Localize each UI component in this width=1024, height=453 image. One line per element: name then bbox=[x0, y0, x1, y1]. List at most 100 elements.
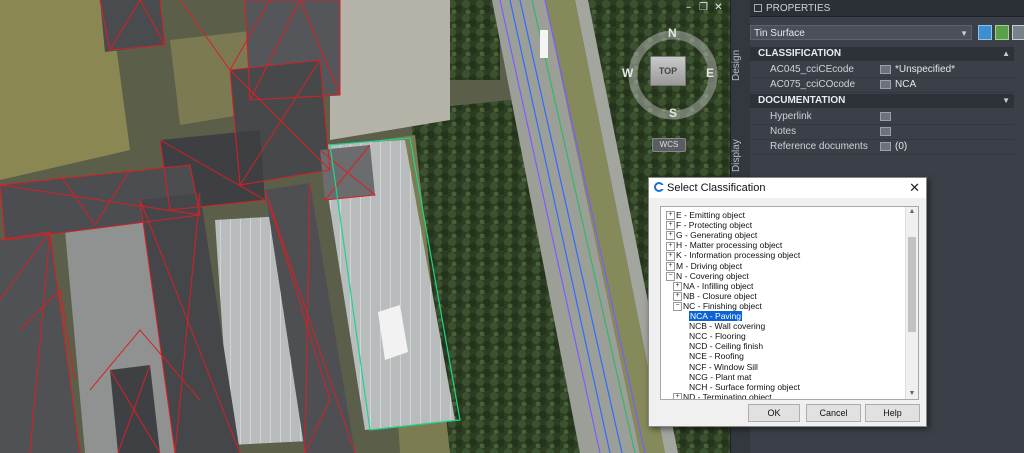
tree-node[interactable]: NCH - Surface forming object bbox=[689, 382, 800, 392]
tree-scrollbar[interactable]: ▲ ▼ bbox=[905, 207, 918, 399]
ok-button[interactable]: OK bbox=[748, 404, 800, 422]
dialog-title-bar[interactable]: Select Classification ✕ bbox=[649, 178, 926, 198]
property-label: AC045_cciCEcode bbox=[770, 64, 854, 75]
restore-icon[interactable]: ❐ bbox=[698, 2, 709, 13]
tree-node-label: NCB - Wall covering bbox=[689, 321, 766, 332]
tree-node[interactable]: + NB - Closure object bbox=[673, 291, 757, 302]
property-row[interactable]: Notes bbox=[750, 124, 1014, 140]
section-documentation[interactable]: DOCUMENTATION ▼ bbox=[750, 94, 1014, 108]
close-icon[interactable]: ✕ bbox=[909, 178, 920, 198]
property-row[interactable]: Hyperlink bbox=[750, 109, 1014, 125]
toggle-pickadd-icon[interactable] bbox=[978, 25, 992, 40]
expand-icon[interactable]: + bbox=[666, 251, 675, 261]
tree-node-label: M - Driving object bbox=[676, 260, 743, 271]
compass-east[interactable]: E bbox=[706, 66, 714, 80]
viewcube[interactable]: N S E W TOP bbox=[622, 26, 720, 122]
tab-display[interactable]: Display bbox=[731, 135, 751, 177]
tree-node-label: NCE - Roofing bbox=[689, 351, 744, 362]
tree-node[interactable]: + ND - Terminating object bbox=[673, 391, 772, 400]
tree-node[interactable]: + K - Information processing object bbox=[666, 250, 801, 261]
aerial-map bbox=[0, 0, 730, 453]
tree-node-label: H - Matter processing object bbox=[676, 240, 783, 251]
select-objects-icon[interactable] bbox=[995, 25, 1009, 40]
app-logo-icon bbox=[654, 182, 664, 192]
tree-node-label: ND - Terminating object bbox=[683, 391, 772, 400]
wcs-menu[interactable]: WCS bbox=[652, 138, 686, 152]
tree-node-label: NCC - Flooring bbox=[689, 331, 746, 342]
chevron-up-icon: ▲ bbox=[1002, 49, 1010, 58]
expand-icon[interactable]: + bbox=[666, 261, 675, 271]
collapse-icon[interactable]: − bbox=[666, 271, 675, 281]
help-button[interactable]: Help bbox=[865, 404, 920, 422]
compass-north[interactable]: N bbox=[668, 26, 677, 40]
drawing-viewport[interactable]: – ❐ ✕ N S E W TOP WCS bbox=[0, 0, 730, 453]
tree-node[interactable]: + M - Driving object bbox=[666, 261, 742, 271]
expand-icon[interactable]: + bbox=[666, 231, 675, 241]
tree-node[interactable]: NCG - Plant mat bbox=[689, 372, 751, 382]
tree-node[interactable]: NCD - Ceiling finish bbox=[689, 341, 763, 351]
tree-node[interactable]: + E - Emitting object bbox=[666, 210, 745, 221]
property-label: Hyperlink bbox=[770, 111, 812, 122]
property-row[interactable]: AC045_cciCEcode *Unspecified* bbox=[750, 62, 1014, 78]
list-icon bbox=[880, 141, 891, 151]
tree-node[interactable]: + H - Matter processing object bbox=[666, 240, 783, 251]
viewcube-top-face[interactable]: TOP bbox=[650, 56, 686, 86]
tree-node-label: F - Protecting object bbox=[676, 220, 753, 231]
list-icon bbox=[880, 126, 891, 136]
tree-node[interactable]: − N - Covering object bbox=[666, 271, 749, 281]
property-value: (0) bbox=[895, 141, 908, 152]
expand-icon[interactable]: + bbox=[673, 292, 682, 302]
tree-node[interactable]: NCB - Wall covering bbox=[689, 321, 765, 331]
properties-title-bar: PROPERTIES bbox=[750, 0, 1024, 17]
list-icon bbox=[880, 79, 891, 89]
tree-node[interactable]: NCC - Flooring bbox=[689, 331, 746, 341]
tree-node[interactable]: NCE - Roofing bbox=[689, 351, 744, 361]
cancel-button[interactable]: Cancel bbox=[806, 404, 861, 422]
compass-south[interactable]: S bbox=[669, 106, 677, 120]
property-row[interactable]: AC075_cciCOcode NCA bbox=[750, 77, 1014, 93]
scroll-up-icon[interactable]: ▲ bbox=[906, 207, 918, 217]
object-type-value: Tin Surface bbox=[754, 28, 805, 39]
list-icon bbox=[880, 111, 891, 121]
tree-node[interactable]: NCF - Window Sill bbox=[689, 362, 758, 372]
scroll-thumb[interactable] bbox=[908, 237, 916, 332]
close-icon[interactable]: ✕ bbox=[713, 2, 724, 13]
property-value: *Unspecified* bbox=[895, 64, 956, 75]
tree-node[interactable]: + G - Generating object bbox=[666, 230, 758, 241]
property-row[interactable]: Reference documents (0) bbox=[750, 139, 1014, 155]
collapse-icon[interactable]: − bbox=[673, 302, 682, 312]
list-icon bbox=[880, 64, 891, 74]
tree-node-label: NCG - Plant mat bbox=[689, 371, 752, 382]
minimize-icon[interactable]: – bbox=[683, 2, 694, 13]
tree-node[interactable]: + F - Protecting object bbox=[666, 220, 753, 231]
tree-node-label: NCD - Ceiling finish bbox=[689, 341, 764, 352]
classification-tree[interactable]: + E - Emitting object + F - Protecting obje… bbox=[660, 206, 919, 400]
palette-menu-icon[interactable] bbox=[754, 4, 762, 12]
tree-node[interactable]: − NC - Finishing object bbox=[673, 301, 762, 312]
expand-icon[interactable]: + bbox=[666, 241, 675, 251]
expand-icon[interactable]: + bbox=[673, 393, 682, 399]
property-label: Notes bbox=[770, 126, 797, 137]
expand-icon[interactable]: + bbox=[666, 221, 675, 231]
tree-node-label: NCF - Window Sill bbox=[689, 361, 758, 372]
tree-node-label: G - Generating object bbox=[676, 230, 758, 241]
expand-icon[interactable]: + bbox=[673, 281, 682, 291]
tree-node[interactable]: + NA - Infilling object bbox=[673, 281, 753, 291]
tree-node-label: NCH - Surface forming object bbox=[689, 381, 801, 392]
viewport-window-controls: – ❐ ✕ bbox=[683, 2, 724, 13]
compass-west[interactable]: W bbox=[622, 66, 633, 80]
tab-design[interactable]: Design bbox=[731, 45, 751, 85]
chevron-down-icon: ▼ bbox=[960, 29, 968, 38]
section-documentation-label: DOCUMENTATION bbox=[758, 95, 846, 106]
expand-icon[interactable]: + bbox=[666, 211, 675, 221]
scroll-down-icon[interactable]: ▼ bbox=[906, 389, 918, 399]
section-classification[interactable]: CLASSIFICATION ▲ bbox=[750, 47, 1014, 61]
tree-node-label: E - Emitting object bbox=[676, 210, 745, 220]
tree-node[interactable]: NCA - Paving bbox=[689, 311, 743, 321]
tree-node-label: NA - Infilling object bbox=[683, 280, 754, 291]
property-label: Reference documents bbox=[770, 141, 868, 152]
quick-select-icon[interactable] bbox=[1012, 25, 1024, 40]
tree-node-label: K - Information processing object bbox=[676, 250, 801, 261]
tree-node-label: NCA - Paving bbox=[689, 311, 743, 321]
object-type-select[interactable]: Tin Surface ▼ bbox=[750, 25, 972, 40]
